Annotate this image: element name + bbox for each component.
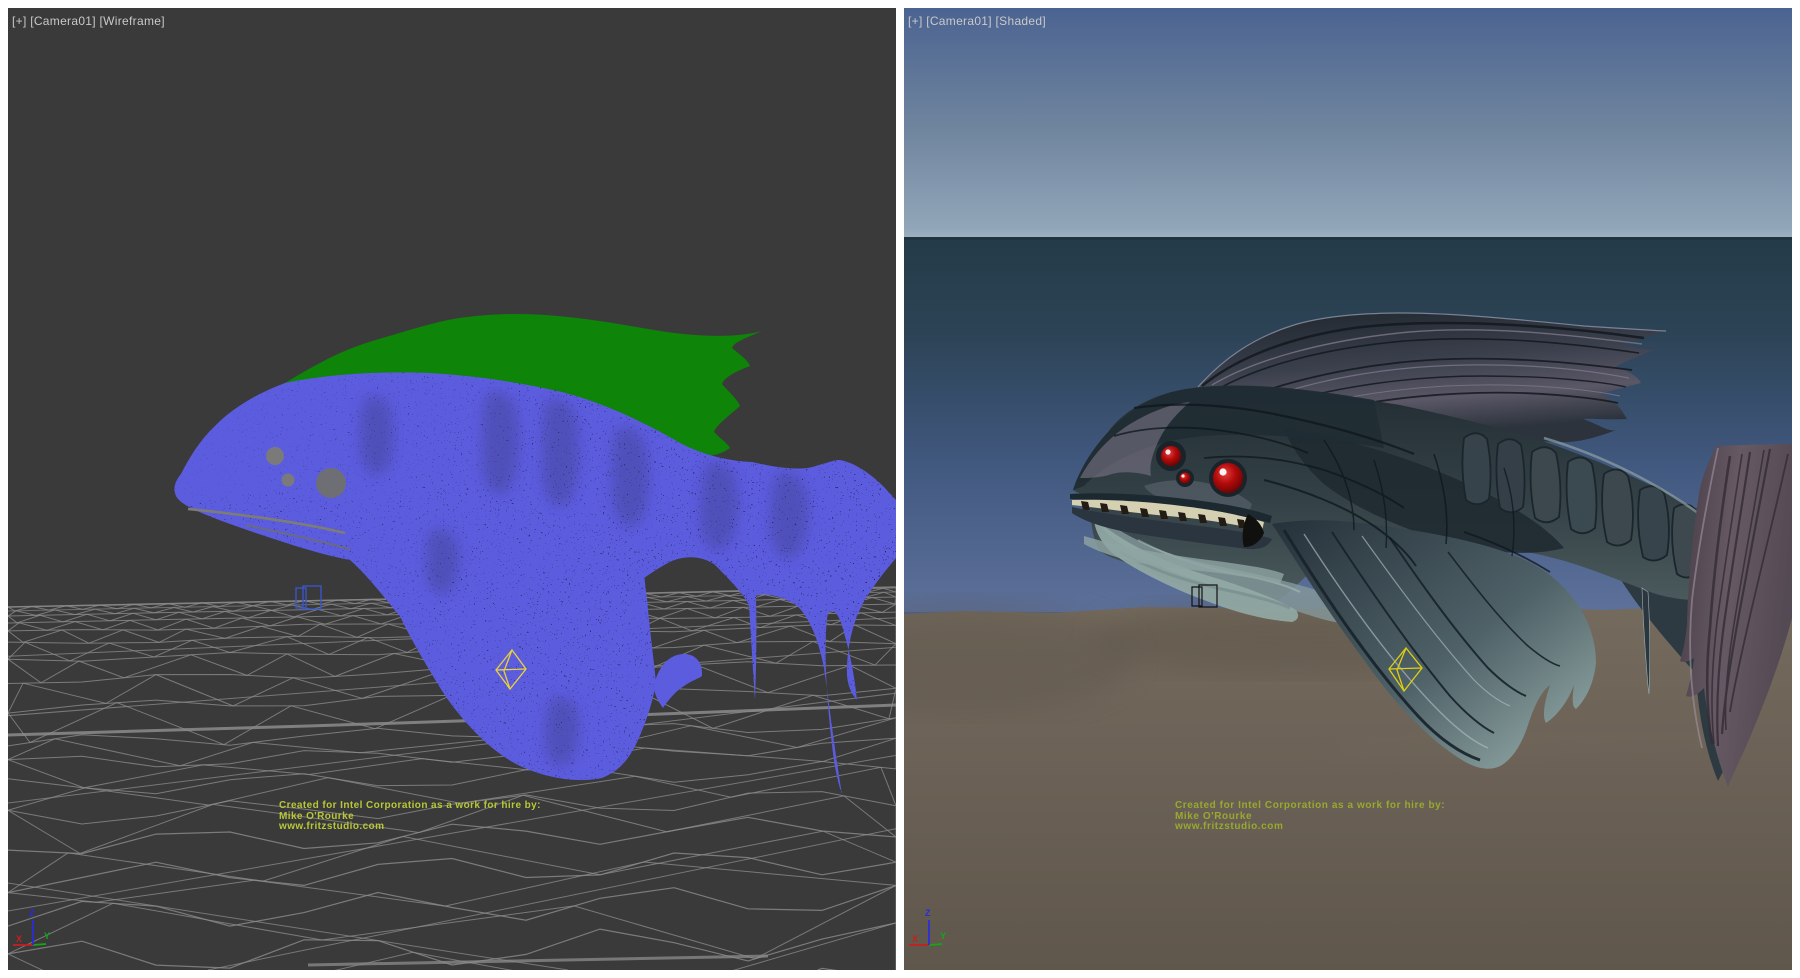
svg-text:Z: Z <box>29 908 35 918</box>
svg-text:X: X <box>912 934 918 944</box>
svg-text:Z: Z <box>925 908 931 918</box>
svg-text:Y: Y <box>940 931 946 941</box>
svg-text:Y: Y <box>44 931 50 941</box>
svg-text:X: X <box>16 934 22 944</box>
